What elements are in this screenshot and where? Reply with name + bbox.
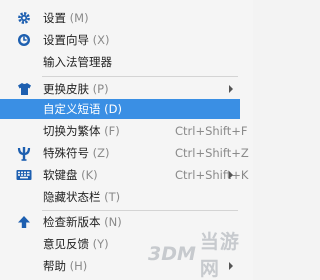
menu-item-custom-phrases[interactable]: 自定义短语 (D) [0,99,240,119]
menu-item-label: 隐藏状态栏 [43,190,101,204]
menu-item-accelerator: (D) [104,102,122,116]
menu-item-accelerator: (M) [69,11,89,25]
menu-item-shortcut: Ctrl+Shift+K [175,168,249,182]
menu-item-accelerator: (X) [92,33,110,47]
menu-item-shortcut: Ctrl+Shift+Z [175,146,249,160]
keyboard-icon [16,167,32,183]
wizard-icon [16,32,32,48]
submenu-arrow-icon [229,85,233,93]
menu-item-label: 自定义短语 [43,102,101,116]
menu-item-shortcut: Ctrl+Shift+F [175,124,248,138]
context-menu: 设置 (M) 设置向导 (X) 输入法管理器 更换皮肤 (P) 自定义短语 (D… [0,0,253,280]
menu-item-label: 设置 [43,11,66,25]
menu-item-label: 软键盘 [43,168,78,182]
psi-symbol-icon [16,145,32,161]
menu-item-accelerator: (K) [81,168,98,182]
menu-item-hide-status-bar[interactable]: 隐藏状态栏 (T) [0,187,240,207]
watermark-logo: 3DM [148,243,196,265]
menu-item-settings[interactable]: 设置 (M) [0,8,240,28]
menu-item-accelerator: (H) [69,259,88,273]
menu-item-label: 帮助 [43,259,66,273]
menu-item-label: 意见反馈 [43,237,89,251]
watermark: 3DM 当游网 [148,231,253,280]
menu-item-label: 更换皮肤 [43,82,89,96]
menu-item-change-skin[interactable]: 更换皮肤 (P) [0,79,240,99]
submenu-arrow-icon [229,171,233,179]
menu-item-accelerator: (T) [104,190,121,204]
gear-icon [16,10,32,26]
arrow-up-icon [16,214,32,230]
menu-item-label: 输入法管理器 [43,55,112,69]
menu-item-label: 设置向导 [43,33,89,47]
menu-separator [42,210,238,211]
menu-item-accelerator: (F) [104,124,120,138]
watermark-text: 当游网 [199,231,240,280]
menu-item-label: 特殊符号 [43,146,89,160]
menu-separator [42,76,238,77]
menu-item-special-symbols[interactable]: 特殊符号 (Z) Ctrl+Shift+Z [0,143,249,163]
menu-item-setup-wizard[interactable]: 设置向导 (X) [0,30,240,50]
menu-item-soft-keyboard[interactable]: 软键盘 (K) Ctrl+Shift+K [0,165,248,185]
menu-item-ime-manager[interactable]: 输入法管理器 [0,52,240,72]
menu-item-accelerator: (Z) [92,146,110,160]
shirt-icon [16,81,32,97]
menu-item-label: 检查新版本 [43,215,101,229]
menu-item-traditional-chinese[interactable]: 切换为繁体 (F) Ctrl+Shift+F [0,121,248,141]
menu-item-accelerator: (N) [104,215,122,229]
menu-item-accelerator: (Y) [92,237,109,251]
menu-item-accelerator: (P) [92,82,109,96]
menu-item-label: 切换为繁体 [43,124,101,138]
